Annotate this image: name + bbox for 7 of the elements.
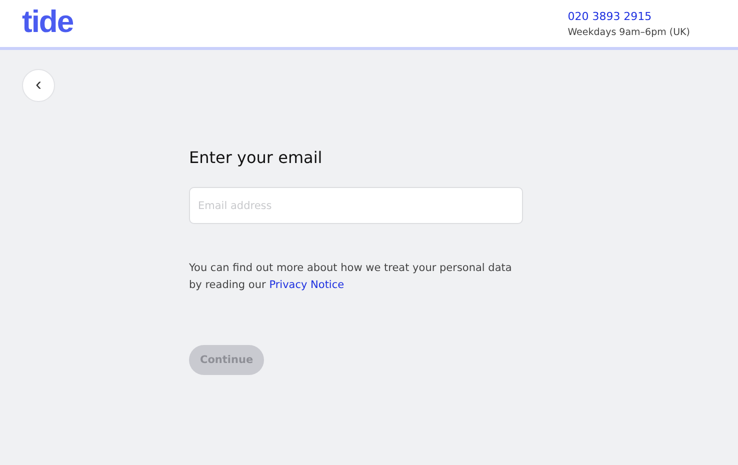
privacy-text: You can find out more about how we treat your personal data by reading our Privacy Notice [189,261,513,293]
phone-link[interactable]: 020 3893 2915 [568,10,690,22]
back-button[interactable]: ‹ [22,69,55,102]
page-title: Enter your email [189,148,324,167]
opening-hours: Weekdays 9am–6pm (UK) [568,26,690,38]
privacy-link[interactable]: Privacy Notice [269,279,344,291]
logo: tide [22,4,74,40]
